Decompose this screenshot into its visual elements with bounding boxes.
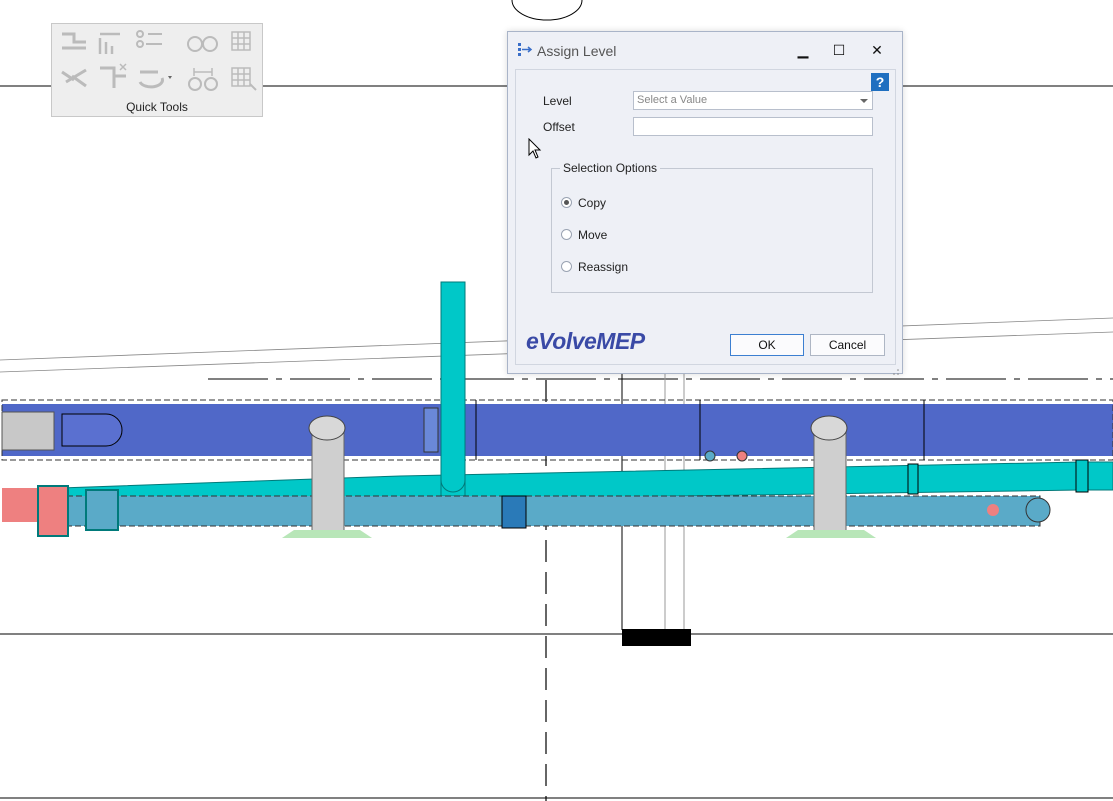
assign-level-dialog: Assign Level ▁ ☐ ✕ ? Level Select a Valu…	[507, 31, 903, 375]
pipe-hot	[2, 488, 42, 522]
column-base	[622, 629, 691, 646]
pipe-valve	[501, 495, 527, 529]
multi-route-icon[interactable]	[96, 28, 130, 58]
close-button[interactable]: ✕	[863, 38, 891, 62]
level-select[interactable]: Select a Value	[633, 91, 873, 110]
pipe-end-cap	[1025, 497, 1051, 523]
dialog-body: ? Level Select a Value Offset Selection …	[515, 69, 896, 365]
minimize-button[interactable]: ▁	[789, 38, 817, 62]
reassign-radio-label[interactable]: Reassign	[578, 260, 628, 274]
fitting-base	[282, 530, 372, 538]
valve-hot	[37, 485, 69, 537]
selection-options-group: Selection Options Copy Move Reassign	[551, 161, 873, 293]
fitting-icon[interactable]	[96, 62, 130, 92]
small-fitting	[704, 450, 716, 462]
duct-end	[1, 411, 55, 451]
pipe-cyan[interactable]	[59, 461, 1113, 501]
level-select-value: Select a Value	[637, 94, 708, 106]
resize-grip-icon[interactable]	[892, 363, 900, 375]
move-radio[interactable]	[561, 229, 572, 240]
grid-select-icon[interactable]	[228, 28, 262, 58]
pipe-flange	[907, 463, 919, 495]
fitting-top	[810, 415, 848, 441]
dialog-titlebar[interactable]: Assign Level ▁ ☐ ✕	[508, 32, 902, 68]
fitting-base	[786, 530, 876, 538]
dialog-title: Assign Level	[537, 43, 617, 59]
duct-elbow	[61, 413, 123, 447]
spacing-icon[interactable]	[186, 64, 220, 94]
maximize-icon: ☐	[832, 42, 846, 58]
copy-radio[interactable]	[561, 197, 572, 208]
pipe-tag	[987, 504, 999, 516]
duct-main[interactable]	[2, 404, 1113, 456]
pipe-circles-icon[interactable]	[186, 32, 220, 62]
move-radio-label[interactable]: Move	[578, 228, 607, 242]
level-label: Level	[543, 94, 572, 108]
fitting-top	[308, 415, 346, 441]
evolvemep-logo: eVolveMEP	[526, 328, 645, 354]
minimize-icon: ▁	[797, 42, 809, 58]
cancel-button[interactable]: Cancel	[810, 334, 885, 356]
grid-edit-icon[interactable]	[228, 64, 262, 94]
circle-marker	[511, 0, 583, 21]
split-icon[interactable]	[60, 64, 94, 94]
valve-cold	[85, 489, 119, 531]
pipe-riser[interactable]	[440, 281, 466, 497]
offset-input[interactable]	[633, 117, 873, 136]
offset-label: Offset	[543, 120, 575, 134]
chevron-down-icon	[860, 99, 868, 103]
help-icon[interactable]: ?	[871, 73, 889, 91]
duct-damper	[423, 407, 439, 453]
close-icon: ✕	[871, 42, 883, 58]
connect-icon[interactable]	[134, 28, 168, 58]
maximize-button[interactable]: ☐	[825, 38, 853, 62]
reassign-radio[interactable]	[561, 261, 572, 272]
pipe-blue[interactable]	[39, 495, 1041, 527]
pipe-flange	[1075, 459, 1089, 493]
fitting-vertical	[311, 427, 345, 535]
selection-options-title: Selection Options	[560, 161, 661, 175]
assign-level-icon	[517, 42, 533, 58]
fitting-vertical	[813, 427, 847, 535]
small-fitting	[736, 450, 748, 462]
copy-radio-label[interactable]: Copy	[578, 196, 606, 210]
ok-button[interactable]: OK	[730, 334, 804, 356]
quick-tools-label: Quick Tools	[126, 100, 188, 114]
route-icon[interactable]	[60, 28, 94, 58]
rotate-icon[interactable]	[136, 64, 172, 94]
mouse-cursor-icon	[528, 137, 542, 160]
quick-tools-palette: Quick Tools	[51, 23, 263, 117]
